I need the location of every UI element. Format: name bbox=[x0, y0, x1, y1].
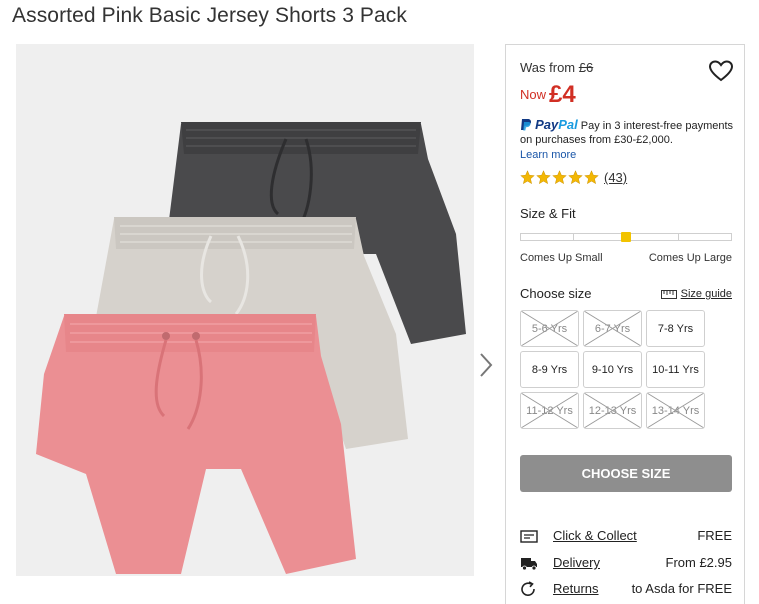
fit-tick bbox=[678, 234, 679, 240]
click-collect-row: Click & Collect FREE bbox=[520, 527, 732, 545]
out-of-stock-cross-icon bbox=[521, 393, 578, 428]
paypal-icon bbox=[521, 119, 532, 131]
delivery-truck-icon bbox=[521, 558, 537, 571]
star-icon bbox=[584, 170, 599, 185]
size-option-label: 10-11 Yrs bbox=[652, 363, 699, 376]
size-options: 5-6 Yrs6-7 Yrs 7-8 Yrs 8-9 Yrs 9-10 Yrs 10-1… bbox=[520, 310, 736, 429]
returns-row: Returns to Asda for FREE bbox=[520, 580, 732, 598]
product-image[interactable] bbox=[16, 44, 474, 576]
size-option[interactable]: 6-7 Yrs bbox=[583, 310, 642, 347]
size-option[interactable]: 7-8 Yrs bbox=[646, 310, 705, 347]
was-price: Was from £6 bbox=[520, 60, 593, 75]
fit-small-label: Comes Up Small bbox=[520, 252, 603, 264]
chevron-right-icon bbox=[480, 353, 493, 377]
size-fit-scale bbox=[520, 232, 732, 242]
now-price: Now £4 bbox=[520, 81, 576, 109]
size-option[interactable]: 13-14 Yrs bbox=[646, 392, 705, 429]
paypal-logo-pal: Pal bbox=[558, 117, 578, 132]
returns-icon bbox=[521, 581, 535, 596]
star-icon bbox=[552, 170, 567, 185]
size-option[interactable]: 5-6 Yrs bbox=[520, 310, 579, 347]
paypal-logo: PayPal bbox=[535, 117, 578, 132]
size-option[interactable]: 8-9 Yrs bbox=[520, 351, 579, 388]
purchase-panel: Was from £6 Now £4 PayPal Pay in 3 intere… bbox=[505, 44, 745, 604]
size-option[interactable]: 10-11 Yrs bbox=[646, 351, 705, 388]
out-of-stock-cross-icon bbox=[584, 393, 641, 428]
product-title: Assorted Pink Basic Jersey Shorts 3 Pack bbox=[12, 4, 407, 27]
size-option[interactable]: 11-12 Yrs bbox=[520, 392, 579, 429]
click-collect-link[interactable]: Click & Collect bbox=[553, 528, 637, 543]
choose-size-title: Choose size bbox=[520, 286, 592, 301]
star-row bbox=[520, 170, 600, 185]
choose-size-button[interactable]: CHOOSE SIZE bbox=[520, 455, 732, 492]
paypal-learn-more-link[interactable]: Learn more bbox=[520, 148, 740, 162]
now-price-value: £4 bbox=[549, 81, 576, 108]
shorts-illustration bbox=[36, 122, 466, 574]
star-icon bbox=[520, 170, 535, 185]
fit-tick bbox=[573, 234, 574, 240]
size-option-label: 7-8 Yrs bbox=[657, 322, 694, 335]
paypal-logo-pay: Pay bbox=[535, 117, 559, 132]
review-count-link[interactable]: (43) bbox=[604, 170, 627, 185]
click-collect-value: FREE bbox=[697, 528, 732, 543]
out-of-stock-cross-icon bbox=[584, 311, 641, 346]
delivery-link[interactable]: Delivery bbox=[553, 555, 600, 570]
heart-icon bbox=[708, 60, 734, 82]
ruler-icon bbox=[660, 290, 677, 299]
star-icon bbox=[536, 170, 551, 185]
click-collect-icon bbox=[520, 530, 538, 543]
size-option[interactable]: 12-13 Yrs bbox=[583, 392, 642, 429]
wishlist-button[interactable] bbox=[708, 59, 734, 83]
now-label: Now bbox=[520, 87, 547, 102]
size-guide-link[interactable]: Size guide bbox=[660, 288, 732, 300]
delivery-value: From £2.95 bbox=[665, 555, 732, 570]
paypal-promo: PayPal Pay in 3 interest-free payments o… bbox=[520, 118, 740, 162]
pink-shorts bbox=[36, 314, 356, 574]
next-image-arrow[interactable] bbox=[476, 350, 496, 380]
size-option-label: 8-9 Yrs bbox=[531, 363, 568, 376]
size-option-label: 9-10 Yrs bbox=[591, 363, 634, 376]
returns-value: to Asda for FREE bbox=[631, 581, 732, 596]
size-fit-marker bbox=[621, 232, 631, 242]
star-icon bbox=[568, 170, 583, 185]
out-of-stock-cross-icon bbox=[521, 311, 578, 346]
was-price-value: £6 bbox=[578, 60, 594, 75]
was-label: Was from bbox=[520, 60, 576, 75]
delivery-row: Delivery From £2.95 bbox=[520, 554, 732, 572]
out-of-stock-cross-icon bbox=[647, 393, 704, 428]
size-fit-title: Size & Fit bbox=[520, 206, 576, 221]
returns-link[interactable]: Returns bbox=[553, 581, 599, 596]
size-guide-label: Size guide bbox=[680, 288, 732, 300]
rating-stars[interactable]: (43) bbox=[520, 170, 627, 185]
size-option[interactable]: 9-10 Yrs bbox=[583, 351, 642, 388]
fit-large-label: Comes Up Large bbox=[648, 252, 732, 264]
